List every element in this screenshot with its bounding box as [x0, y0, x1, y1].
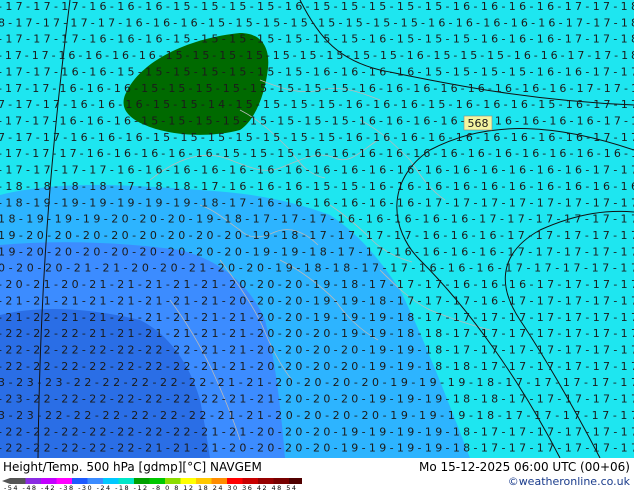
- grid-label-row: -22-22-22-22-22-22-22-21-21-20-20-20-19-…: [0, 425, 634, 438]
- grid-label-row: -20-21-20-21-21-21-21-21-20-20-20-19-18-…: [0, 278, 634, 291]
- grid-label-row: 3-23-22-22-22-22-22-22-21-21-20-20-20-20…: [0, 409, 634, 422]
- grid-label-row: -18-19-19-19-19-19-19-18-17-16-16-16-16-…: [0, 196, 634, 209]
- grid-label-row: -17-17-17-16-16-16-15-15-15-15-16-15-15-…: [0, 0, 634, 13]
- grid-label-row: -22-22-22-22-22-21-21-21-20-20-20-20-19-…: [0, 442, 634, 455]
- contour-label-568: 568: [463, 115, 493, 131]
- grid-label-row: -22-22-22-22-22-22-22-21-21-20-20-20-20-…: [0, 344, 634, 357]
- grid-label-row: -22-22-22-22-22-22-22-21-21-20-20-20-20-…: [0, 360, 634, 373]
- grid-label-row: -21-22-21-21-21-21-21-21-21-20-20-19-19-…: [0, 311, 634, 324]
- contour-label-text: 568: [468, 117, 489, 130]
- grid-label-row: -17-17-17-16-16-16-15-15-15-15-15-15-15-…: [0, 33, 634, 46]
- map-canvas: -17-17-17-16-16-16-15-15-15-15-16-15-15-…: [0, 0, 634, 458]
- grid-label-row: -18-18-18-18-17-18-18-17-16-16-16-15-15-…: [0, 180, 634, 193]
- grid-label-row: -17-17-16-16-15-15-15-15-15-15-15-16-16-…: [0, 65, 634, 78]
- map-title: Height/Temp. 500 hPa [gdmp][°C] NAVGEM: [3, 460, 262, 474]
- grid-label-row: -17-17-17-17-16-16-16-16-16-16-16-16-16-…: [0, 164, 634, 177]
- grid-label-row: -23-22-22-22-22-22-22-22-21-21-20-20-20-…: [0, 393, 634, 406]
- forecast-datetime: Mo 15-12-2025 06:00 UTC (00+06): [418, 460, 630, 474]
- map-footer: Height/Temp. 500 hPa [gdmp][°C] NAVGEM M…: [0, 458, 634, 490]
- grid-label-row: -21-21-21-21-21-21-21-21-20-20-20-19-19-…: [0, 294, 634, 307]
- grid-label-row: 3-23-23-22-22-22-22-22-21-21-20-20-20-20…: [0, 376, 634, 389]
- legend-values: -54 -48 -42 -38 -30 -24 -18 -12 -8 0 8 1…: [4, 484, 296, 490]
- legend-swatch: [134, 478, 150, 484]
- credit-link[interactable]: ©weatheronline.co.uk: [508, 475, 630, 488]
- grid-label-row: 0-20-20-21-21-20-20-21-20-20-19-18-18-17…: [0, 262, 634, 275]
- grid-label-row: -22-22-22-21-21-21-21-21-21-20-20-20-19-…: [0, 327, 634, 340]
- weather-map: -17-17-17-16-16-16-15-15-15-15-16-15-15-…: [0, 0, 634, 458]
- color-legend: -54 -48 -42 -38 -30 -24 -18 -12 -8 0 8 1…: [2, 478, 302, 490]
